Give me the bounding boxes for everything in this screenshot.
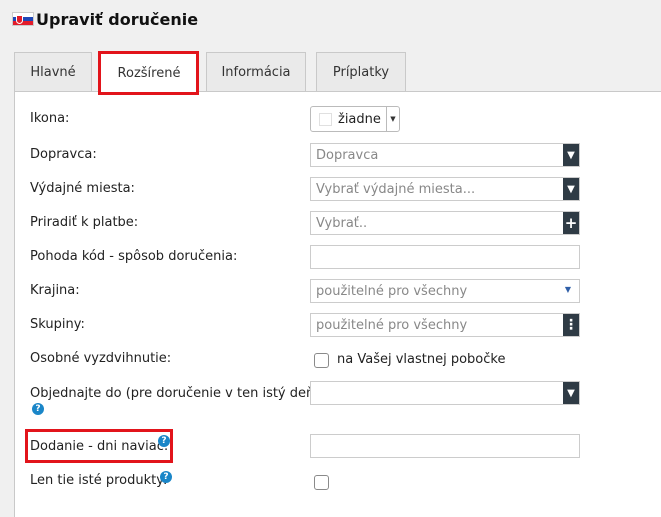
osobne-label: Osobné vyzdvihnutie: bbox=[30, 351, 172, 366]
tab-informacia[interactable]: Informácia bbox=[206, 52, 306, 92]
krajina-label: Krajina: bbox=[30, 283, 80, 298]
len-checkbox[interactable] bbox=[314, 475, 329, 490]
page-title: Upraviť doručenie bbox=[36, 9, 199, 29]
kebab-menu-icon[interactable]: ⋮ bbox=[563, 314, 579, 336]
icon-swatch bbox=[319, 112, 332, 126]
objednajte-label: Objednajte do (pre doručenie v ten istý … bbox=[30, 386, 324, 401]
len-label: Len tie isté produkty: bbox=[30, 473, 168, 488]
ikona-label: Ikona: bbox=[30, 111, 70, 126]
chevron-down-icon[interactable]: ▼ bbox=[563, 382, 579, 404]
slovakia-flag-icon bbox=[12, 12, 34, 26]
chevron-down-icon[interactable]: ▼ bbox=[563, 178, 579, 200]
help-icon[interactable]: ? bbox=[32, 403, 44, 415]
vydajne-label: Výdajné miesta: bbox=[30, 181, 135, 196]
help-icon[interactable]: ? bbox=[160, 471, 172, 483]
tab-hlavne[interactable]: Hlavné bbox=[14, 52, 92, 92]
priradit-input[interactable]: Vybrať.. + bbox=[310, 211, 580, 235]
tab-priplatky[interactable]: Príplatky bbox=[316, 52, 406, 92]
dodanie-label: Dodanie - dni naviac: bbox=[30, 439, 169, 454]
skupiny-value: použitelné pro všechny bbox=[316, 317, 468, 333]
skupiny-label: Skupiny: bbox=[30, 317, 85, 332]
help-icon[interactable]: ? bbox=[158, 435, 170, 447]
tab-rozsirene[interactable]: Rozšírené bbox=[100, 52, 198, 93]
caret-down-icon: ▼ bbox=[564, 285, 571, 294]
osobne-checkbox[interactable] bbox=[314, 353, 329, 368]
priradit-label: Priradiť k platbe: bbox=[30, 215, 139, 230]
pohoda-input[interactable] bbox=[310, 245, 580, 269]
pohoda-label: Pohoda kód - spôsob doručenia: bbox=[30, 249, 238, 264]
dopravca-value: Dopravca bbox=[316, 147, 379, 163]
vydajne-placeholder: Vybrať výdajné miesta... bbox=[316, 181, 476, 197]
skupiny-select[interactable]: použitelné pro všechny ⋮ bbox=[310, 313, 580, 337]
krajina-select[interactable]: použitelné pro všechny ▼ bbox=[310, 279, 580, 303]
ikona-dropdown[interactable]: žiadne ▼ bbox=[310, 106, 400, 132]
dopravca-select[interactable]: Dopravca ▼ bbox=[310, 143, 580, 167]
page-header: Upraviť doručenie bbox=[0, 0, 661, 38]
ikona-value: žiadne bbox=[338, 111, 381, 127]
vydajne-select[interactable]: Vybrať výdajné miesta... ▼ bbox=[310, 177, 580, 201]
plus-icon[interactable]: + bbox=[563, 212, 579, 234]
caret-down-icon: ▼ bbox=[386, 107, 399, 131]
osobne-checkbox-label: na Vašej vlastnej pobočke bbox=[337, 352, 506, 367]
chevron-down-icon[interactable]: ▼ bbox=[563, 144, 579, 166]
priradit-placeholder: Vybrať.. bbox=[316, 215, 368, 231]
dopravca-label: Dopravca: bbox=[30, 147, 97, 162]
dodanie-input[interactable] bbox=[310, 434, 580, 458]
objednajte-select[interactable]: ▼ bbox=[310, 381, 580, 405]
krajina-value: použitelné pro všechny bbox=[316, 283, 468, 299]
